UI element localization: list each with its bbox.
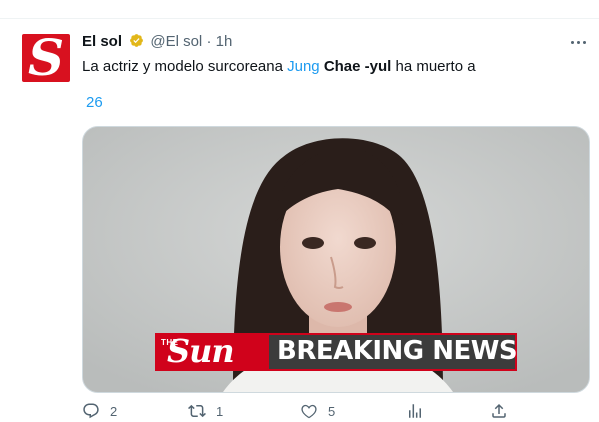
retweet-button[interactable]: 1 [188,402,223,420]
retweet-icon [188,404,206,418]
author-name[interactable]: El sol [82,33,122,50]
tweet-header: El sol @El sol · 1h [82,33,232,50]
like-count: 5 [328,403,336,419]
reply-count: 2 [110,403,118,419]
like-button[interactable]: 5 [300,402,335,420]
views-chart-icon [409,404,421,418]
share-icon [492,403,506,418]
avatar[interactable]: S [22,34,70,82]
tweet-media-image[interactable]: THE Sun BREAKING NEWS [82,126,590,393]
header-separator: · [206,33,212,50]
verified-badge-icon[interactable] [129,33,144,48]
tweet-link-jung[interactable]: Jung [287,58,320,75]
top-divider [0,18,599,19]
tweet-text-part-end: ha muerto a [391,58,476,75]
retweet-count: 1 [216,403,224,419]
views-button[interactable] [406,402,424,420]
more-options-icon[interactable] [566,30,590,54]
sun-logo-word: Sun [167,332,235,370]
the-sun-logo: THE Sun [157,332,269,370]
breaking-news-text: BREAKING NEWS [277,336,518,366]
tweet-actions: 2 1 5 [82,402,588,422]
share-button[interactable] [490,402,508,420]
reply-button[interactable]: 2 [82,402,117,420]
author-handle[interactable]: @El sol [150,33,202,50]
avatar-logo-letter: S [27,34,65,82]
tweet-timestamp[interactable]: 1h [216,33,233,50]
breaking-news-banner: THE Sun BREAKING NEWS [155,332,518,371]
tweet-number-link[interactable]: 26 [86,94,103,111]
tweet-bold-name: Chae -yul [323,58,392,75]
heart-icon [301,404,317,419]
tweet-text-part: La actriz y modelo surcoreana [82,58,288,75]
tweet-text: La actriz y modelo surcoreana Jung Chae … [82,57,476,77]
reply-icon [83,403,99,419]
